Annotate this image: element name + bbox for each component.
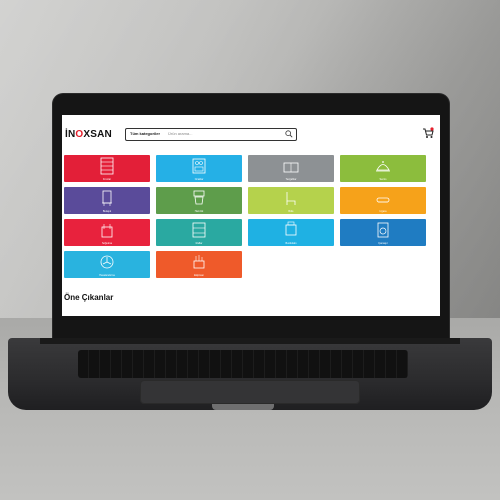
featured-heading: Öne Çıkanlar [64, 293, 114, 302]
category-tile[interactable]: Buzdolabı [248, 219, 334, 246]
category-tile-label: Fırınlar [103, 178, 111, 181]
category-tile-label: Tezgahlar [285, 178, 297, 181]
category-tile[interactable]: Tezgahlar [248, 155, 334, 182]
grill-icon [376, 197, 390, 203]
category-tile[interactable]: Soğutma [64, 219, 150, 246]
shelf-icon [192, 222, 206, 238]
search-input[interactable]: Ürün arama... [168, 131, 192, 136]
counter-icon [283, 162, 299, 173]
category-tile-label: Ekipman [194, 274, 204, 277]
category-tile[interactable]: Fırınlar [64, 155, 150, 182]
oven-icon [100, 157, 114, 175]
category-tile[interactable]: Hazırlık [156, 187, 242, 214]
washer-icon [377, 222, 389, 238]
category-tile[interactable]: Raflar [156, 219, 242, 246]
category-tile[interactable]: Havalandırma [64, 251, 150, 278]
cart-icon[interactable] [422, 127, 434, 139]
cloche-icon [376, 161, 390, 172]
fryer-icon [101, 224, 113, 238]
laptop-notch [212, 404, 274, 410]
site-header: İNOXSAN Tüm kategoriler Ürün arama... [62, 127, 440, 143]
category-tile-label: Havalandırma [99, 274, 115, 277]
fan-icon [100, 255, 114, 269]
laptop-screen: İNOXSAN Tüm kategoriler Ürün arama... Fı… [62, 115, 440, 316]
chair-icon [286, 192, 296, 205]
category-tile[interactable]: Ocaklar [156, 155, 242, 182]
mixer-icon [193, 190, 205, 205]
category-tile[interactable]: Bulaşık [64, 187, 150, 214]
equipment-icon [193, 255, 205, 269]
dishwasher-icon [102, 190, 112, 206]
category-tile-label: Servis [379, 178, 387, 181]
category-dropdown[interactable]: Tüm kategoriler [130, 131, 160, 136]
category-tile-label: Ocaklar [194, 178, 204, 181]
category-tile-label: Bulaşık [102, 210, 112, 213]
logo-suffix: XSAN [83, 129, 112, 140]
cooker-icon [192, 158, 206, 174]
category-tile-label: Hazırlık [194, 210, 204, 213]
category-tile[interactable]: Ekipman [156, 251, 242, 278]
logo-prefix: İN [65, 129, 76, 140]
search-icon[interactable] [285, 130, 293, 138]
fridge-icon [285, 221, 297, 236]
laptop-trackpad[interactable] [140, 380, 360, 404]
category-tile-label: Çamaşır [378, 242, 388, 245]
category-tile-label: Buzdolabı [285, 242, 297, 245]
category-tile[interactable]: Izgara [340, 187, 426, 214]
category-tile-label: Izgara [379, 210, 387, 213]
category-tile-label: Soğutma [101, 242, 112, 245]
category-tile-label: Raflar [195, 242, 203, 245]
category-tile-label: Büfe [288, 210, 294, 213]
category-tile[interactable]: Büfe [248, 187, 334, 214]
category-tile[interactable]: Çamaşır [340, 219, 426, 246]
search-bar[interactable]: Tüm kategoriler Ürün arama... [125, 128, 297, 141]
category-tile[interactable]: Servis [340, 155, 426, 182]
laptop-hinge [40, 338, 460, 344]
brand-logo[interactable]: İNOXSAN [65, 129, 112, 140]
laptop-keyboard [78, 350, 408, 378]
